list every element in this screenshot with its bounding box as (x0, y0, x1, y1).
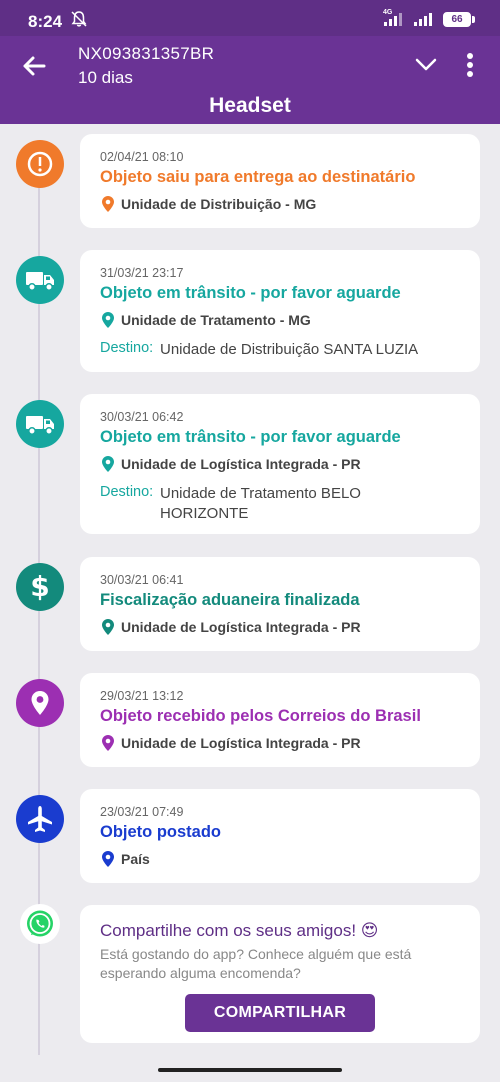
share-button[interactable]: COMPARTILHAR (185, 994, 375, 1032)
tracking-event-card: 31/03/21 23:17 Objeto em trânsito - por … (80, 250, 480, 372)
page-title: Headset (209, 94, 291, 117)
more-menu-icon[interactable] (466, 52, 474, 78)
battery-tip (472, 16, 475, 23)
svg-text:$: $ (30, 570, 49, 603)
tracking-event-card: 29/03/21 13:12 Objeto recebido pelos Cor… (80, 673, 480, 767)
signal-icon (384, 13, 402, 26)
share-card: Compartilhe com os seus amigos! 😍 Está g… (80, 905, 480, 1043)
event-location: Unidade de Tratamento - MG (102, 312, 311, 328)
tracking-event-card: 23/03/21 07:49 Objeto postado País (80, 789, 480, 883)
app-bar: NX093831357BR 10 dias Headset (0, 36, 500, 124)
event-location-text: Unidade de Tratamento - MG (121, 312, 311, 328)
destination-label: Destino: (100, 484, 154, 500)
event-title: Objeto postado (100, 823, 221, 841)
bell-muted-icon (71, 11, 87, 27)
event-location: País (102, 851, 150, 867)
event-title: Objeto recebido pelos Correios do Brasil (100, 707, 421, 725)
destination-value: Unidade de Tratamento BELO HORIZONTE (160, 485, 361, 522)
event-location: Unidade de Logística Integrada - PR (102, 735, 361, 751)
event-title: Objeto em trânsito - por favor aguarde (100, 428, 401, 446)
event-location-text: Unidade de Logística Integrada - PR (121, 619, 361, 635)
truck-icon (16, 256, 64, 304)
event-title: Objeto saiu para entrega ao destinatário (100, 168, 416, 186)
location-pin-icon (102, 456, 114, 472)
days-count: 10 dias (78, 68, 133, 87)
location-pin-icon (102, 196, 114, 212)
destination-label: Destino: (100, 340, 154, 356)
alert-icon (16, 140, 64, 188)
event-date: 30/03/21 06:42 (100, 410, 184, 424)
event-location-text: País (121, 851, 150, 867)
tracking-event-card: 30/03/21 06:42 Objeto em trânsito - por … (80, 394, 480, 534)
event-date: 29/03/21 13:12 (100, 689, 184, 703)
chevron-down-icon[interactable] (414, 56, 438, 72)
map-pin-icon (16, 679, 64, 727)
event-location: Unidade de Logística Integrada - PR (102, 456, 361, 472)
event-title: Fiscalização aduaneira finalizada (100, 591, 360, 609)
share-subtitle: Está gostando do app? Conhece alguém que… (100, 946, 412, 981)
tracking-event-card: 30/03/21 06:41 Fiscalização aduaneira fi… (80, 557, 480, 651)
location-pin-icon (102, 735, 114, 751)
event-location: Unidade de Distribuição - MG (102, 196, 316, 212)
home-indicator[interactable] (158, 1068, 342, 1072)
share-title: Compartilhe com os seus amigos! 😍 (100, 921, 379, 940)
dollar-icon: $ (16, 563, 64, 611)
event-location-text: Unidade de Distribuição - MG (121, 196, 317, 212)
location-pin-icon (102, 312, 114, 328)
status-bar: 8:24 4G 66 (0, 0, 500, 36)
event-date: 23/03/21 07:49 (100, 805, 184, 819)
whatsapp-icon[interactable] (20, 904, 60, 944)
truck-icon (16, 400, 64, 448)
clock: 8:24 (28, 12, 63, 31)
destination-value: Unidade de Distribuição SANTA LUZIA (160, 341, 419, 358)
event-date: 30/03/21 06:41 (100, 573, 184, 587)
tracking-event-card: 02/04/21 08:10 Objeto saiu para entrega … (80, 134, 480, 228)
event-location: Unidade de Logística Integrada - PR (102, 619, 361, 635)
back-arrow-icon[interactable] (20, 52, 48, 80)
battery-icon: 66 (443, 12, 471, 27)
event-title: Objeto em trânsito - por favor aguarde (100, 284, 401, 302)
location-pin-icon (102, 619, 114, 635)
event-date: 02/04/21 08:10 (100, 150, 184, 164)
event-location-text: Unidade de Logística Integrada - PR (121, 456, 361, 472)
event-location-text: Unidade de Logística Integrada - PR (121, 735, 361, 751)
location-pin-icon (102, 851, 114, 867)
event-date: 31/03/21 23:17 (100, 266, 184, 280)
tracking-code: NX093831357BR (78, 44, 215, 63)
airplane-icon (16, 795, 64, 843)
signal-icon (414, 13, 432, 26)
